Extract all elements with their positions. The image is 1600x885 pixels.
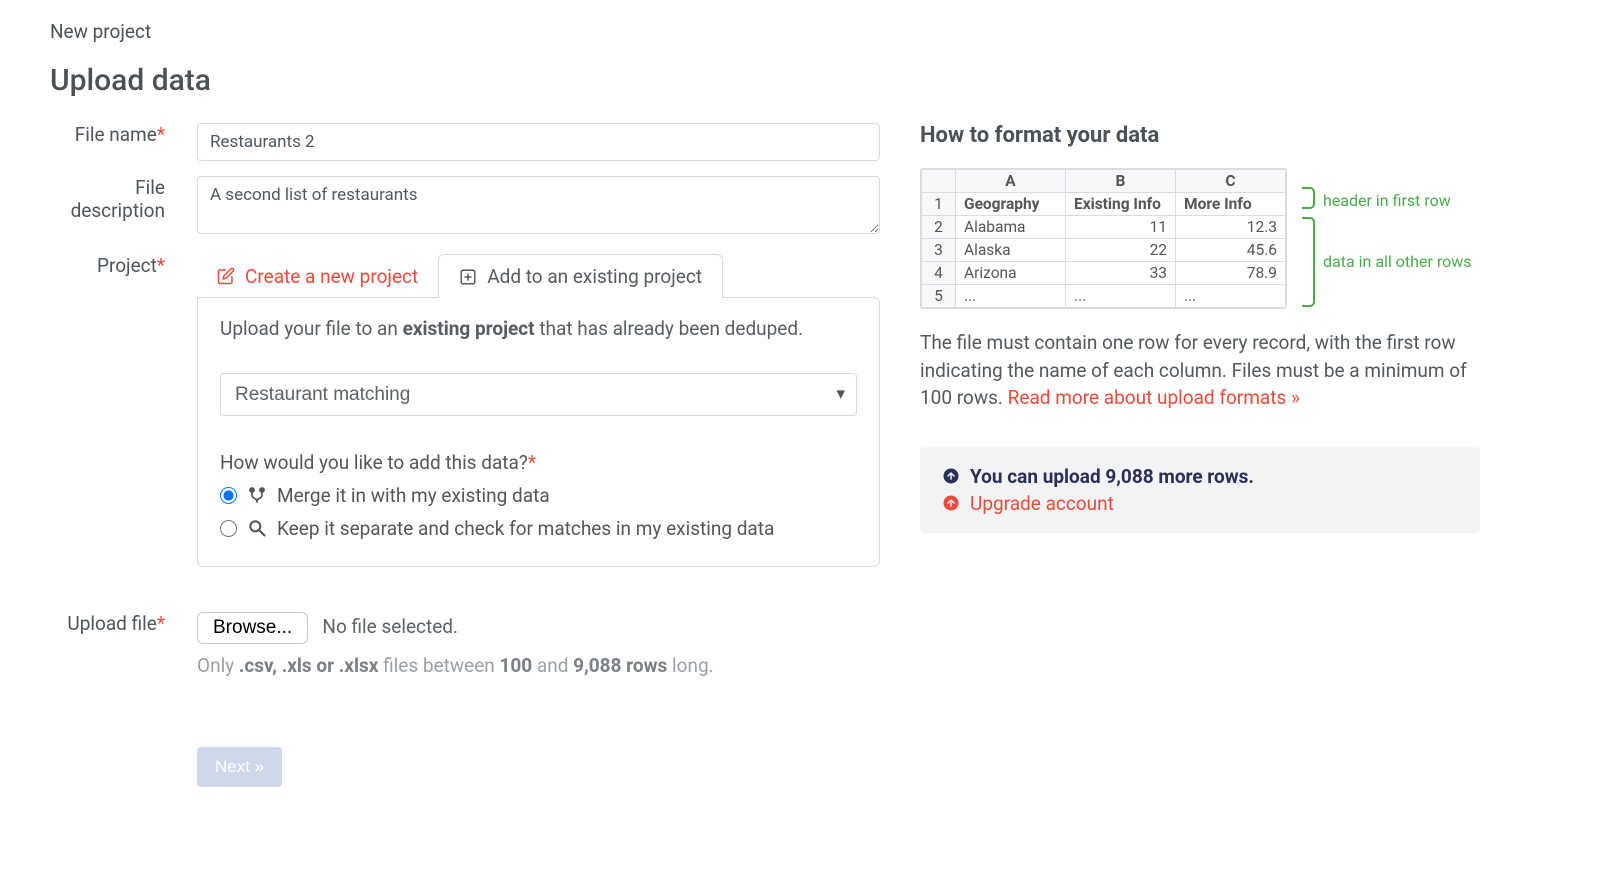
tab-create-project[interactable]: Create a new project (197, 254, 438, 298)
project-select[interactable]: Restaurant matching (220, 373, 857, 416)
file-help-text: Only .csv, .xls or .xlsx files between 1… (197, 654, 880, 677)
panel-description: Upload your file to an existing project … (220, 316, 857, 343)
search-icon (247, 518, 267, 538)
plus-square-icon (459, 268, 477, 286)
aside-heading: How to format your data (920, 123, 1480, 148)
annotation-header-row: header in first row (1301, 168, 1472, 210)
example-spreadsheet: A B C 1 Geography Existing Info More Inf… (920, 168, 1480, 309)
annotation-data-rows: data in all other rows (1301, 214, 1472, 309)
add-mode-question: How would you like to add this data?* (220, 451, 857, 474)
breadcrumb: New project (50, 20, 1550, 43)
file-name-input[interactable] (197, 123, 880, 161)
edit-icon (217, 267, 235, 285)
browse-button[interactable]: Browse... (197, 612, 308, 644)
tab-existing-project[interactable]: Add to an existing project (438, 254, 723, 298)
arrow-up-circle-icon (942, 494, 960, 512)
upgrade-account-link[interactable]: Upgrade account (942, 492, 1458, 515)
radio-merge[interactable]: Merge it in with my existing data (220, 484, 857, 507)
file-desc-label: File description (50, 176, 165, 239)
file-name-label: File name* (50, 123, 165, 161)
upload-file-label: Upload file* (50, 612, 165, 677)
read-more-link[interactable]: Read more about upload formats » (1008, 386, 1300, 409)
tab-panel-existing: Upload your file to an existing project … (197, 297, 880, 567)
merge-icon (247, 485, 267, 505)
project-tabs: Create a new project Add to an existing … (197, 254, 880, 298)
example-annotations: header in first row data in all other ro… (1301, 168, 1472, 309)
no-file-text: No file selected. (322, 615, 458, 638)
upload-limit-notice: You can upload 9,088 more rows. Upgrade … (920, 447, 1480, 533)
radio-separate[interactable]: Keep it separate and check for matches i… (220, 517, 857, 540)
bracket-icon (1301, 186, 1315, 210)
upload-icon (942, 467, 960, 485)
radio-merge-input[interactable] (220, 487, 237, 504)
form-column: File name* File description A second lis… (50, 123, 880, 802)
radio-separate-input[interactable] (220, 520, 237, 537)
upload-limit-line: You can upload 9,088 more rows. (942, 465, 1458, 488)
example-table: A B C 1 Geography Existing Info More Inf… (920, 168, 1287, 309)
bracket-icon (1301, 216, 1315, 308)
project-label: Project* (50, 254, 165, 567)
aside-text: The file must contain one row for every … (920, 329, 1480, 412)
file-desc-input[interactable]: A second list of restaurants (197, 176, 880, 234)
aside-column: How to format your data A B C 1 Geograph… (920, 123, 1480, 802)
next-button[interactable]: Next » (197, 747, 282, 787)
page-title: Upload data (50, 63, 1550, 98)
